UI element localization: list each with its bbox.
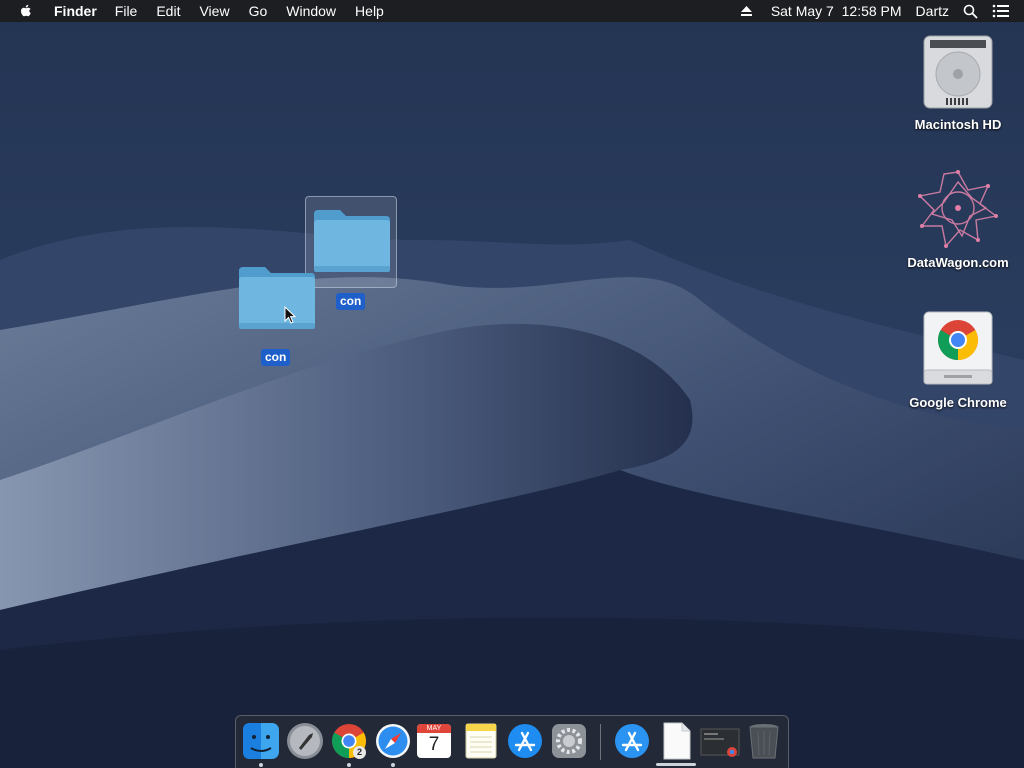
running-indicator [391, 763, 395, 767]
menu-file[interactable]: File [115, 0, 138, 22]
notes-icon[interactable] [461, 721, 501, 761]
desktop-icon-label: Macintosh HD [914, 117, 1002, 132]
eject-icon[interactable] [740, 5, 753, 17]
document-icon[interactable] [656, 721, 696, 761]
mouse-cursor-icon [284, 306, 296, 324]
app-store-downloads-icon[interactable] [612, 721, 652, 761]
chrome-window-icon[interactable] [700, 721, 740, 761]
running-indicator [259, 763, 263, 767]
dock: 2 MAY 7 [235, 715, 789, 768]
finder-icon[interactable] [241, 721, 281, 761]
menu-app-name[interactable]: Finder [54, 0, 97, 22]
menu-bar: Finder File Edit View Go Window Help Sat… [0, 0, 1024, 22]
datawagon-volume-icon [918, 170, 998, 248]
menu-view[interactable]: View [199, 0, 229, 22]
dock-separator [600, 724, 601, 760]
chrome-badge: 2 [353, 746, 366, 759]
chrome-disk-image-icon [923, 311, 993, 385]
folder-icon[interactable] [237, 265, 317, 331]
menu-clock[interactable]: Sat May 7 12:58 PM [771, 0, 902, 22]
system-preferences-icon[interactable] [549, 721, 589, 761]
stack-indicator [656, 763, 696, 766]
safari-icon[interactable] [373, 721, 413, 761]
notification-center-icon[interactable] [992, 4, 1010, 18]
desktop-icon-label: DataWagon.com [907, 255, 1009, 270]
apple-icon[interactable] [18, 3, 34, 19]
desktop-wallpaper [0, 0, 1024, 768]
desktop-icon-macintosh-hd[interactable]: Macintosh HD [903, 32, 1013, 132]
trash-icon[interactable] [744, 721, 784, 761]
menu-user[interactable]: Dartz [916, 0, 949, 22]
spotlight-search-icon[interactable] [963, 4, 978, 19]
calendar-icon[interactable]: MAY 7 [417, 724, 451, 758]
menu-window[interactable]: Window [286, 0, 336, 22]
desktop-icon-google-chrome[interactable]: Google Chrome [903, 308, 1013, 410]
calendar-day: 7 [428, 734, 440, 755]
menu-go[interactable]: Go [249, 0, 268, 22]
app-store-icon[interactable] [505, 721, 545, 761]
running-indicator [347, 763, 351, 767]
launchpad-icon[interactable] [285, 721, 325, 761]
calendar-month: MAY [417, 724, 451, 733]
hard-drive-icon [923, 35, 993, 109]
desktop-icon-label: Google Chrome [909, 395, 1007, 410]
menu-edit[interactable]: Edit [156, 0, 180, 22]
folder-icon[interactable] [312, 208, 392, 274]
folder-label[interactable]: con [261, 349, 291, 366]
menu-help[interactable]: Help [355, 0, 384, 22]
desktop-icon-datawagon[interactable]: DataWagon.com [903, 168, 1013, 270]
folder-label[interactable]: con [336, 293, 366, 310]
